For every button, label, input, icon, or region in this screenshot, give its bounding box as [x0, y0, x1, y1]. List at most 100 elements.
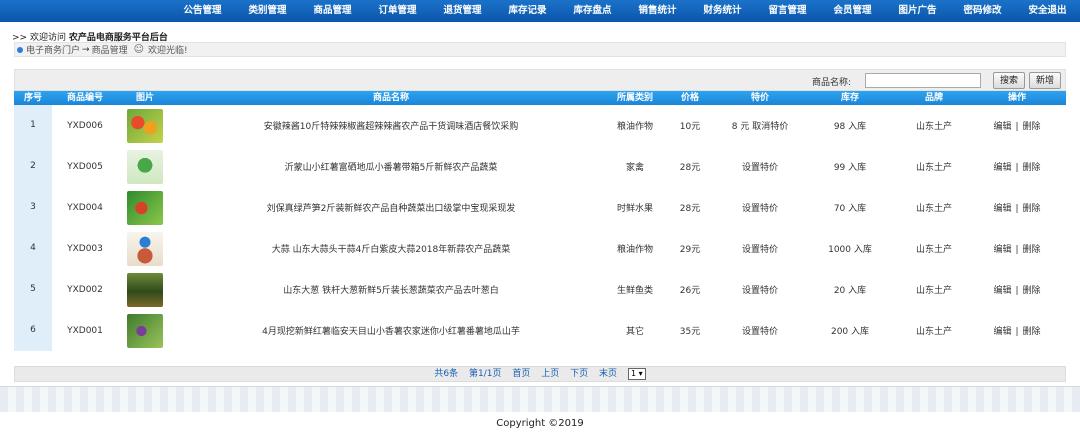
- row-special-link[interactable]: 设置特价: [720, 283, 800, 296]
- delete-link[interactable]: 删除: [1023, 286, 1041, 296]
- row-brand: 山东土产: [915, 245, 952, 255]
- row-stock-link[interactable]: 98 入库: [800, 119, 900, 132]
- product-name-search-input[interactable]: [865, 73, 981, 88]
- product-thumbnail[interactable]: [127, 190, 163, 225]
- row-category: 其它: [625, 327, 644, 337]
- row-special-link[interactable]: 设置特价: [720, 324, 800, 337]
- row-name: 安徽辣酱10斤特辣辣椒酱超辣辣酱农产品干货调味酒店餐饮采购: [263, 122, 519, 132]
- bullet-icon: [17, 46, 23, 53]
- row-stock-link[interactable]: 70 入库: [800, 201, 900, 214]
- delete-link[interactable]: 删除: [1023, 204, 1041, 214]
- product-thumbnail[interactable]: [127, 108, 163, 143]
- row-seq: 5: [14, 269, 52, 310]
- product-thumbnail[interactable]: [127, 272, 163, 307]
- nav-change-password[interactable]: 密码修改: [950, 0, 1015, 22]
- ops-separator: |: [1015, 122, 1019, 132]
- pager-prev[interactable]: 上页: [541, 369, 559, 379]
- edit-link[interactable]: 编辑: [993, 286, 1011, 296]
- nav-stock-records[interactable]: 库存记录: [495, 0, 560, 22]
- edit-link[interactable]: 编辑: [993, 122, 1011, 132]
- product-thumbnail[interactable]: [127, 313, 163, 348]
- row-special-link[interactable]: 设置特价: [720, 201, 800, 214]
- nav-announcements[interactable]: 公告管理: [170, 0, 235, 22]
- edit-link[interactable]: 编辑: [993, 204, 1011, 214]
- row-category: 时鲜水果: [616, 204, 653, 214]
- product-thumbnail[interactable]: [127, 149, 163, 184]
- table-header: 序号 商品编号 图片 商品名称 所属类别 价格 特价 库存 品牌 操作: [14, 91, 1066, 105]
- row-price: 28元: [679, 204, 701, 214]
- add-button[interactable]: 新增: [1028, 72, 1061, 89]
- delete-link[interactable]: 删除: [1023, 245, 1041, 255]
- row-ops: 编辑 | 删除: [968, 324, 1066, 337]
- nav-products[interactable]: 商品管理: [300, 0, 365, 22]
- ops-separator: |: [1015, 163, 1019, 173]
- search-button[interactable]: 搜索: [992, 72, 1025, 89]
- pager-first[interactable]: 首页: [512, 369, 530, 379]
- user-icon: ☺: [133, 44, 145, 55]
- row-category: 粮油作物: [616, 245, 653, 255]
- breadcrumb-arrow: →: [82, 44, 90, 55]
- nav-image-ads[interactable]: 图片广告: [885, 0, 950, 22]
- nav-sales-stats[interactable]: 销售统计: [625, 0, 690, 22]
- edit-link[interactable]: 编辑: [993, 163, 1011, 173]
- delete-link[interactable]: 删除: [1023, 163, 1041, 173]
- pager-page: 第1/1页: [469, 369, 502, 379]
- row-stock-link[interactable]: 99 入库: [800, 160, 900, 173]
- row-stock-link[interactable]: 20 入库: [800, 283, 900, 296]
- pager-last[interactable]: 末页: [599, 369, 617, 379]
- copyright: Copyright ©2019: [496, 418, 584, 429]
- row-brand: 山东土产: [915, 204, 952, 214]
- table-row: 4 YXD003 大蒜 山东大蒜头干蒜4斤白紫皮大蒜2018年新蒜农产品蔬菜 粮…: [14, 228, 1066, 269]
- row-stock-link[interactable]: 200 入库: [800, 324, 900, 337]
- row-name: 刘保真绿芦笋2斤装新鲜农产品自种蔬菜出口级掌中宝现采现发: [266, 204, 516, 214]
- table-row: 3 YXD004 刘保真绿芦笋2斤装新鲜农产品自种蔬菜出口级掌中宝现采现发 时鲜…: [14, 187, 1066, 228]
- nav-returns[interactable]: 退货管理: [430, 0, 495, 22]
- delete-link[interactable]: 删除: [1023, 327, 1041, 337]
- row-brand: 山东土产: [915, 327, 952, 337]
- header-brand: 品牌: [924, 93, 943, 103]
- pager-next[interactable]: 下页: [570, 369, 588, 379]
- edit-link[interactable]: 编辑: [993, 327, 1011, 337]
- edit-link[interactable]: 编辑: [993, 245, 1011, 255]
- pagination: 共6条 第1/1页 首页 上页 下页 末页 1 ▾: [14, 366, 1066, 382]
- header-code: 商品编号: [66, 93, 103, 103]
- row-price: 10元: [679, 122, 701, 132]
- row-special-link[interactable]: 设置特价: [720, 242, 800, 255]
- nav-members[interactable]: 会员管理: [820, 0, 885, 22]
- row-code: YXD006: [67, 120, 103, 131]
- header-special: 特价: [750, 93, 769, 103]
- row-category: 生鲜鱼类: [616, 286, 653, 296]
- nav-finance-stats[interactable]: 财务统计: [690, 0, 755, 22]
- row-stock-link[interactable]: 1000 入库: [800, 242, 900, 255]
- nav-messages[interactable]: 留言管理: [755, 0, 820, 22]
- nav-categories[interactable]: 类别管理: [235, 0, 300, 22]
- ops-separator: |: [1015, 204, 1019, 214]
- header-ops: 操作: [1007, 93, 1026, 103]
- nav-stock-check[interactable]: 库存盘点: [560, 0, 625, 22]
- page-select[interactable]: 1 ▾: [627, 367, 646, 380]
- header-image: 图片: [135, 93, 154, 103]
- row-special-link[interactable]: 设置特价: [720, 160, 800, 173]
- row-brand: 山东土产: [915, 163, 952, 173]
- header-price: 价格: [680, 93, 699, 103]
- delete-link[interactable]: 删除: [1023, 122, 1041, 132]
- header-category: 所属类别: [616, 93, 653, 103]
- header-seq: 序号: [23, 93, 42, 103]
- row-seq: 6: [14, 310, 52, 351]
- row-ops: 编辑 | 删除: [968, 283, 1066, 296]
- table-row: 6 YXD001 4月现挖新鲜红薯临安天目山小香薯农家迷你小红薯番薯地瓜山芋 其…: [14, 310, 1066, 351]
- row-price: 29元: [679, 245, 701, 255]
- breadcrumb-home-link[interactable]: 电子商务门户: [26, 43, 80, 56]
- row-price: 35元: [679, 327, 701, 337]
- table-row: 2 YXD005 沂蒙山小红薯富硒地瓜小番薯带箱5斤新鲜农产品蔬菜 家禽 28元…: [14, 146, 1066, 187]
- row-name: 大蒜 山东大蒜头干蒜4斤白紫皮大蒜2018年新蒜农产品蔬菜: [271, 245, 511, 255]
- nav-logout[interactable]: 安全退出: [1015, 0, 1080, 22]
- breadcrumb-current: 商品管理: [91, 46, 128, 56]
- table-row: 1 YXD006 安徽辣酱10斤特辣辣椒酱超辣辣酱农产品干货调味酒店餐饮采购 粮…: [14, 105, 1066, 146]
- row-special-link[interactable]: 8 元 取消特价: [720, 119, 800, 132]
- product-thumbnail[interactable]: [127, 231, 163, 266]
- row-ops: 编辑 | 删除: [968, 242, 1066, 255]
- nav-orders[interactable]: 订单管理: [365, 0, 430, 22]
- row-seq: 1: [14, 105, 52, 146]
- row-name: 山东大葱 铁杆大葱新鲜5斤装长葱蔬菜农产品去叶葱白: [283, 286, 499, 296]
